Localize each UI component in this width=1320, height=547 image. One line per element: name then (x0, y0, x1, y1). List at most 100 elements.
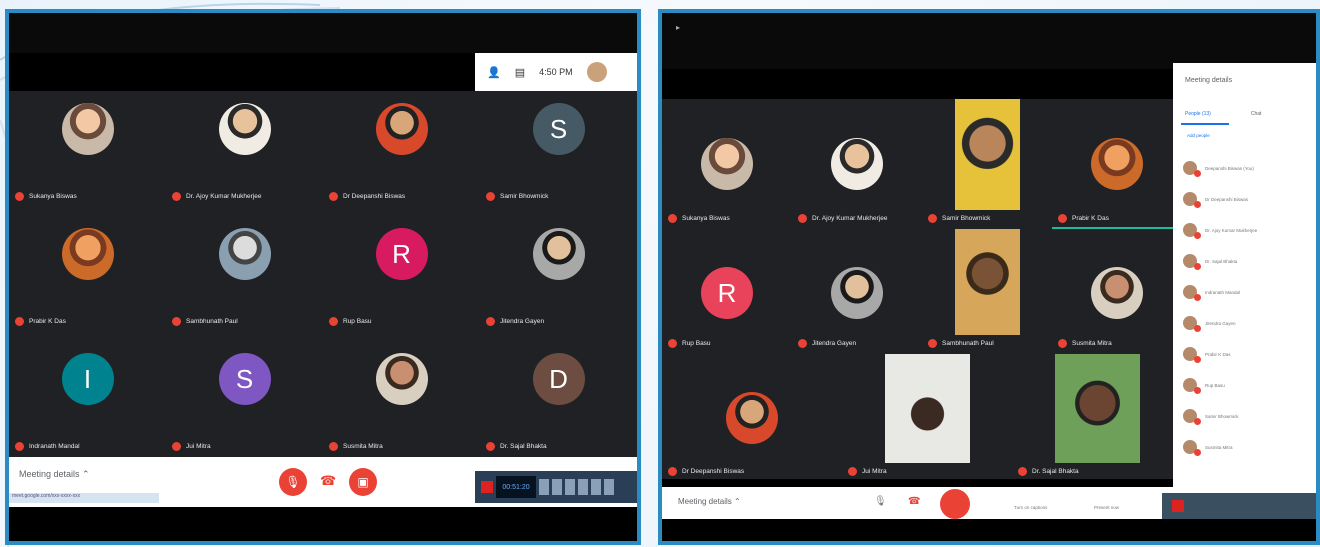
participant-tile[interactable]: Prabir K Das (9, 216, 166, 332)
participant-tile[interactable]: Jui Mitra (842, 354, 1012, 482)
people-list-item[interactable]: Deepanshi Biswas (You) (1183, 159, 1308, 177)
participant-tile[interactable]: Sambhunath Paul (166, 216, 323, 332)
chat-icon[interactable]: ▤ (515, 66, 525, 79)
video-feed (955, 99, 1020, 210)
record-icon (1172, 500, 1184, 512)
mic-muted-icon (486, 317, 495, 326)
avatar (1183, 316, 1201, 332)
mic-muted-icon (172, 442, 181, 451)
participant-name: Jui Mitra (172, 442, 211, 451)
people-list-item[interactable]: Jitendra Gayen (1183, 314, 1308, 332)
people-list-item[interactable]: Dr Deepanshi Biswas (1183, 190, 1308, 208)
mic-muted-icon (329, 317, 338, 326)
participant-tile[interactable]: Susmita Mitra (323, 341, 480, 457)
participant-tile[interactable]: Sukanya Biswas (9, 91, 166, 207)
people-list-name: Dr Deepanshi Biswas (1205, 196, 1249, 202)
taskbar-icon[interactable] (552, 479, 562, 495)
participant-tile[interactable]: S Jui Mitra (166, 341, 323, 457)
mic-icon[interactable]: 🎙 (874, 496, 887, 507)
participant-tile[interactable]: I Indranath Mandal (9, 341, 166, 457)
meeting-details-button[interactable]: Meeting details ⌃ (19, 469, 90, 480)
participant-tile[interactable]: Dr. Ajoy Kumar Mukherjee (792, 99, 922, 229)
participant-tile[interactable]: D Dr. Sajal Bhakta (480, 341, 637, 457)
phone-hangup-icon[interactable]: ☎ (908, 496, 920, 507)
mic-off-icon: 🎙 (285, 475, 301, 489)
letter-avatar: R (701, 267, 753, 319)
mic-muted-icon (486, 442, 495, 451)
participant-tile[interactable]: Sambhunath Paul (922, 229, 1052, 354)
hangup-button[interactable]: ☎ (320, 473, 336, 489)
camera-off-button[interactable]: ▣ (349, 468, 377, 496)
taskbar-icon[interactable] (565, 479, 575, 495)
mic-muted-icon (1058, 214, 1067, 223)
taskbar-icon[interactable] (604, 479, 614, 495)
people-list-name: Samir Bhowmick (1205, 413, 1239, 419)
participant-name: Jitendra Gayen (798, 339, 856, 348)
people-list-item[interactable]: Samir Bhowmick (1183, 407, 1308, 425)
participant-tile[interactable]: S Samir Bhowmick (480, 91, 637, 207)
participant-tile[interactable]: Dr Deepanshi Biswas (662, 354, 842, 482)
captions-button[interactable]: Turn on captions (1014, 505, 1047, 510)
participant-tile[interactable]: R Rup Basu (323, 216, 480, 332)
people-list-item[interactable]: Prabir K Das (1183, 345, 1308, 363)
taskbar-icon[interactable] (591, 479, 601, 495)
people-list-name: Susmita Mitra (1205, 444, 1233, 450)
participant-grid: Sukanya Biswas Dr. Ajoy Kumar Mukherjee Dr… (9, 91, 637, 457)
end-call-button[interactable] (940, 489, 970, 519)
participant-name: Susmita Mitra (329, 442, 383, 451)
avatar (532, 228, 585, 280)
os-taskbar (1162, 493, 1316, 519)
mic-muted-icon (15, 442, 24, 451)
participant-tile[interactable]: Dr Deepanshi Biswas (323, 91, 480, 207)
participant-tile[interactable]: Prabir K Das (1052, 99, 1182, 229)
avatar (1091, 138, 1143, 190)
avatar (1183, 378, 1201, 394)
people-list-name: Indranath Mandal (1205, 289, 1241, 295)
people-list-item[interactable]: Dr. Sajal Bhakta (1183, 252, 1308, 270)
participant-tile[interactable]: Dr. Sajal Bhakta (1012, 354, 1182, 482)
present-button[interactable]: Present now (1094, 505, 1119, 510)
self-avatar[interactable] (586, 62, 607, 82)
camera-off-icon: ▣ (357, 475, 369, 489)
mic-muted-icon (928, 214, 937, 223)
mic-muted-icon (329, 442, 338, 451)
meeting-details-button[interactable]: Meeting details ⌃ (678, 497, 741, 506)
meeting-url: meet.google.com/xxx-xxxx-xxx (9, 493, 159, 503)
participant-name: Sukanya Biswas (15, 192, 77, 201)
people-list-item[interactable]: Rup Basu (1183, 376, 1308, 394)
participant-tile[interactable]: Jitendra Gayen (480, 216, 637, 332)
participant-name: Dr. Ajoy Kumar Mukherjee (798, 214, 888, 223)
tab-people[interactable]: People (13) (1185, 111, 1211, 117)
mic-off-button[interactable]: 🎙 (279, 468, 307, 496)
add-people-link[interactable]: Add people (1187, 133, 1210, 138)
people-list-item[interactable]: Susmita Mitra (1183, 438, 1308, 456)
participant-name: Prabir K Das (1058, 214, 1109, 223)
taskbar-icon[interactable] (539, 479, 549, 495)
bottom-black-strip (9, 507, 637, 541)
participant-name: Prabir K Das (15, 317, 66, 326)
avatar (1183, 223, 1201, 239)
tab-chat[interactable]: Chat (1251, 111, 1262, 117)
mic-muted-icon (798, 339, 807, 348)
participant-name: Rup Basu (329, 317, 372, 326)
participant-tile[interactable]: R Rup Basu (662, 229, 792, 354)
people-icon[interactable]: 👤 (487, 66, 501, 79)
participant-name: Dr. Ajoy Kumar Mukherjee (172, 192, 262, 201)
participant-name: Samir Bhowmick (486, 192, 548, 201)
avatar (1183, 409, 1201, 425)
participant-tile[interactable]: Dr. Ajoy Kumar Mukherjee (166, 91, 323, 207)
people-list-item[interactable]: Indranath Mandal (1183, 283, 1308, 301)
letter-avatar: R (375, 228, 428, 280)
participant-tile[interactable]: Samir Bhowmick (922, 99, 1052, 229)
participant-tile[interactable]: Jitendra Gayen (792, 229, 922, 354)
panel-title: Meeting details (1185, 77, 1233, 84)
taskbar-icon[interactable] (578, 479, 588, 495)
people-list-name: Deepanshi Biswas (You) (1205, 165, 1254, 171)
people-list-item[interactable]: Dr. Ajoy Kumar Mukherjee (1183, 221, 1308, 239)
back-arrow-icon[interactable]: ▸ (676, 23, 680, 32)
participant-tile[interactable]: Susmita Mitra (1052, 229, 1182, 354)
phone-hangup-icon: ☎ (320, 473, 337, 488)
participant-tile[interactable]: Sukanya Biswas (662, 99, 792, 229)
participant-name: Sambhunath Paul (172, 317, 238, 326)
participant-name: Susmita Mitra (1058, 339, 1112, 348)
